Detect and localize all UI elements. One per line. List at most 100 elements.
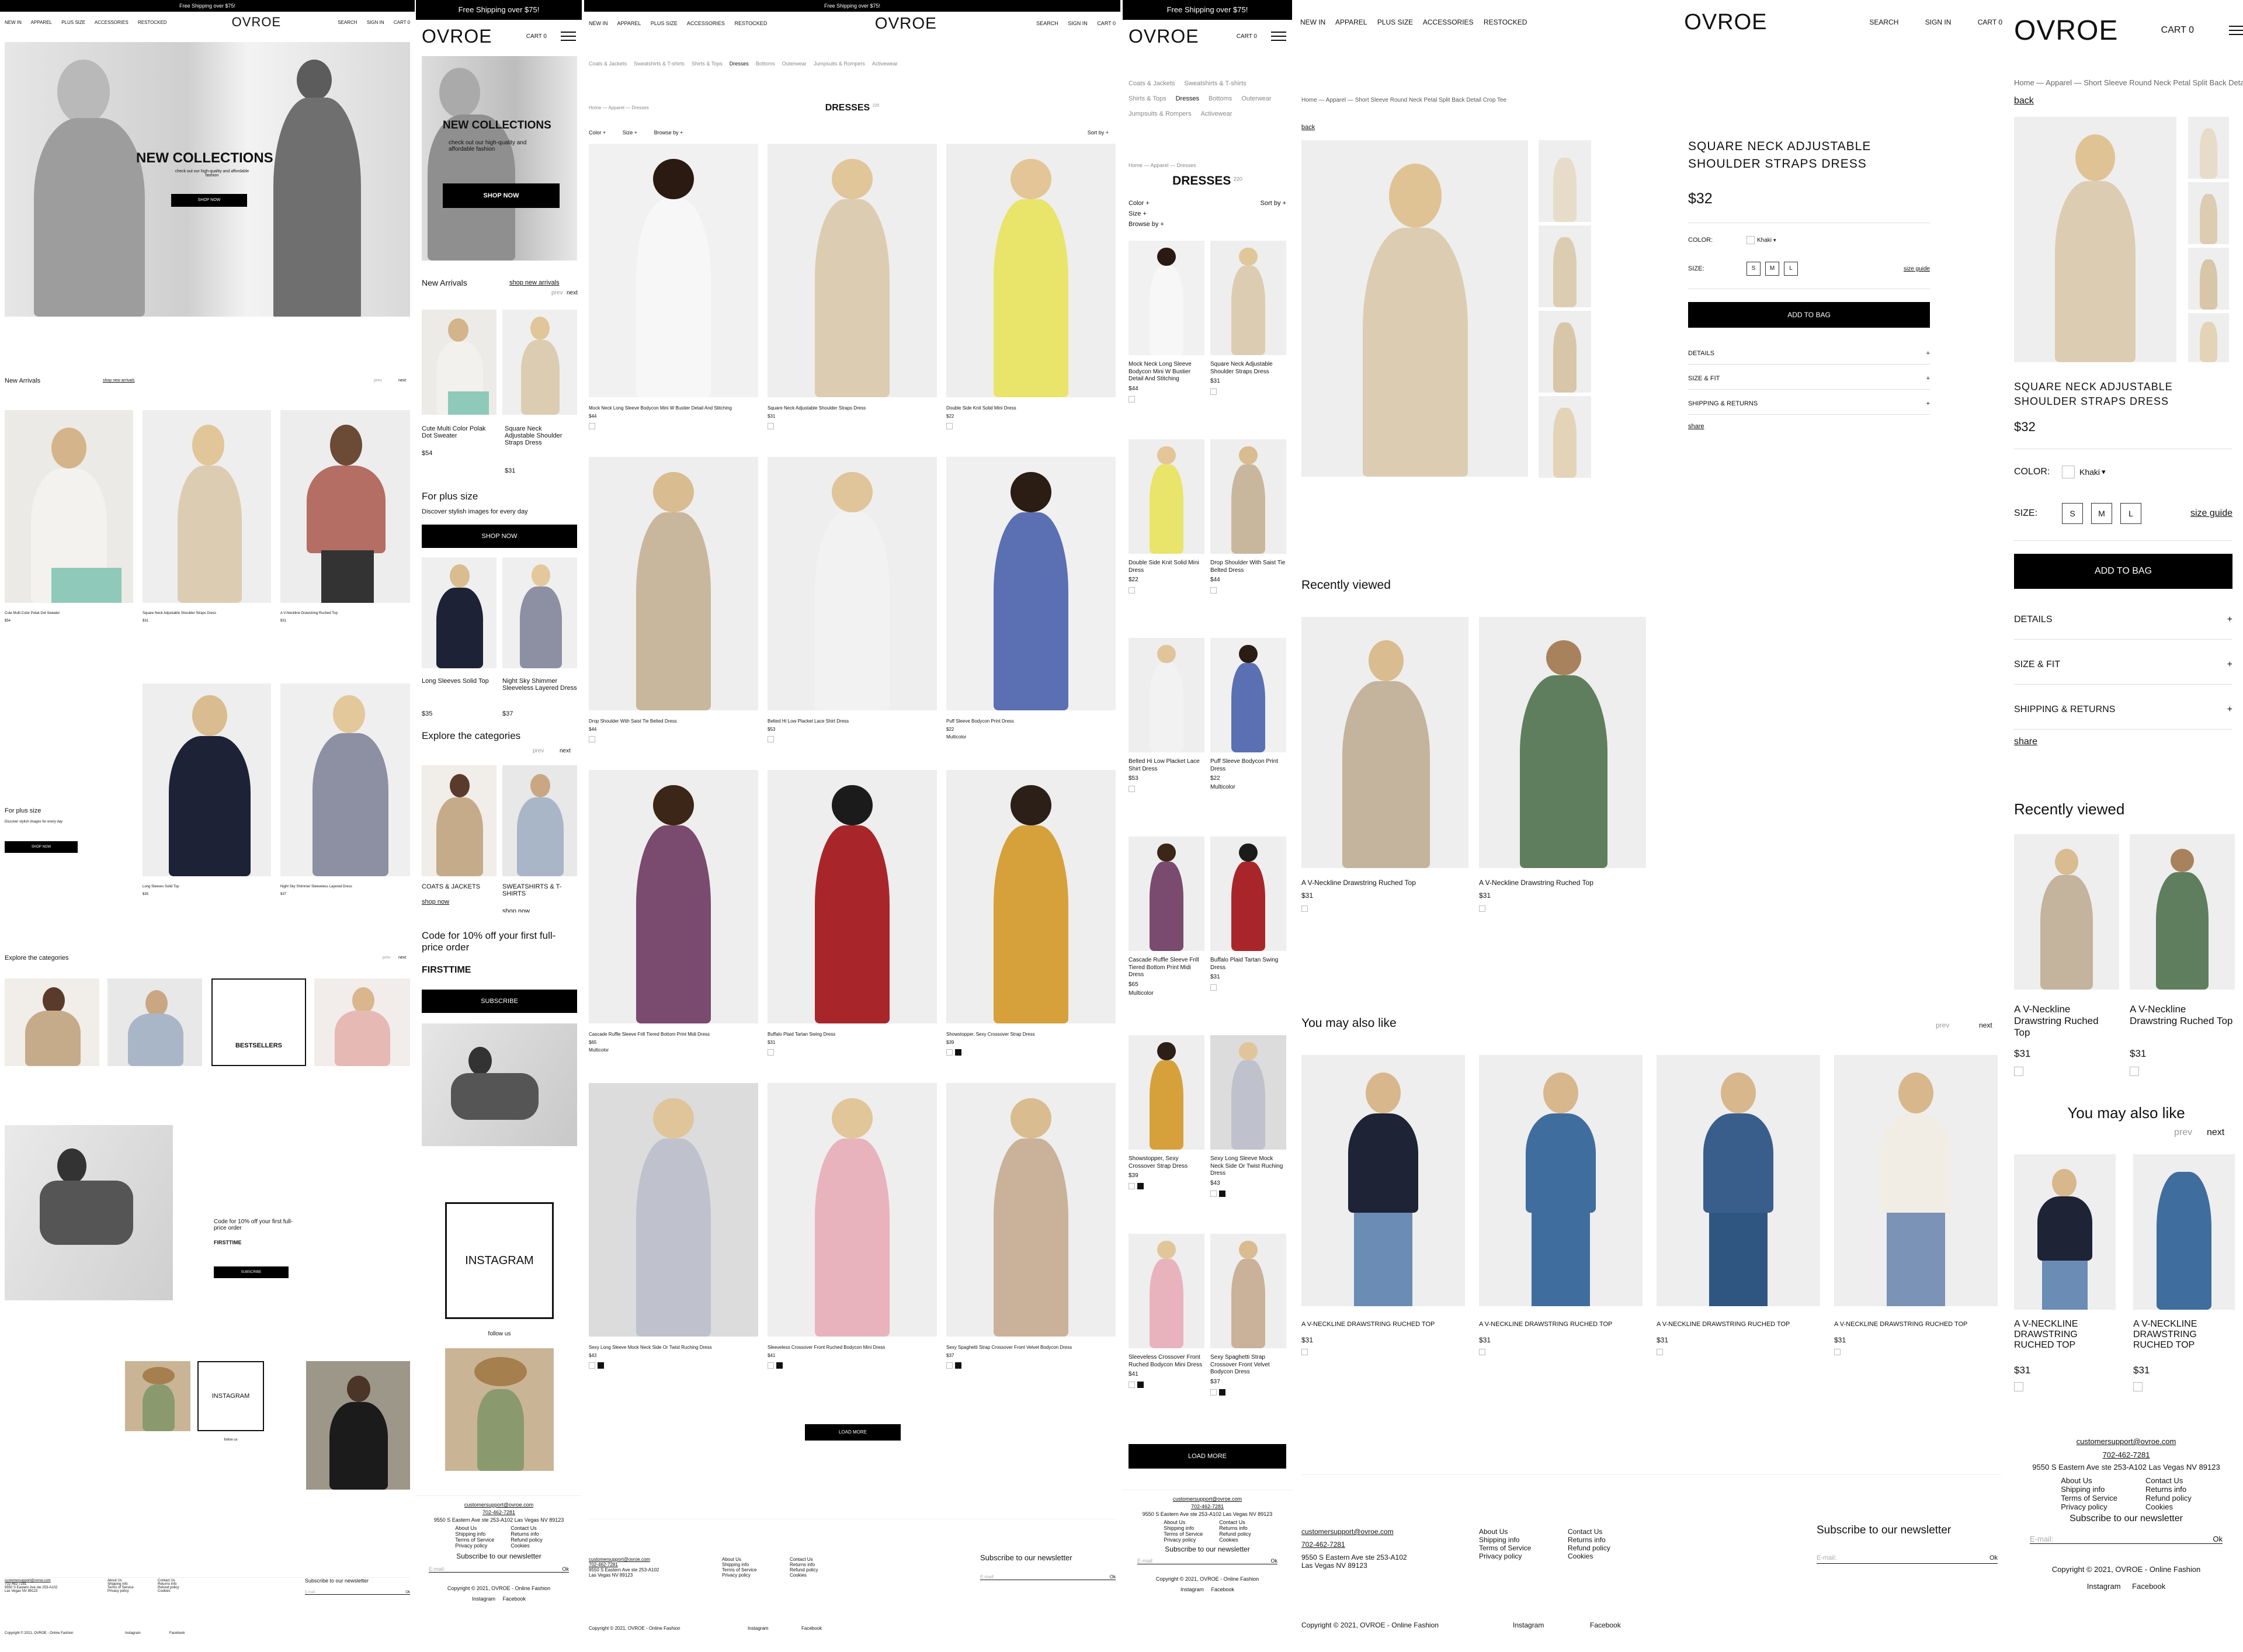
carousel-next[interactable]: next <box>398 379 406 383</box>
product-name[interactable]: Night Sky Shimmer Sleeveless Layered Dre… <box>280 885 352 889</box>
carousel-next[interactable]: next <box>567 290 578 296</box>
categories-next[interactable]: next <box>560 748 571 754</box>
product-name[interactable]: Cascade Ruffle Sleeve Frill Tiered Botto… <box>589 1032 758 1037</box>
footer-phone[interactable]: 702-462-7281 <box>1301 1540 1407 1549</box>
carousel-prev[interactable]: prev <box>374 379 382 383</box>
product-name[interactable]: Belted Hi Low Placket Lace Shirt Dress <box>768 719 937 724</box>
color-swatch[interactable] <box>768 736 774 743</box>
color-swatch[interactable] <box>1219 1389 1225 1396</box>
menu-icon[interactable] <box>2229 23 2243 38</box>
subnav-item[interactable]: Bottoms <box>1209 91 1232 106</box>
product-image[interactable] <box>1479 1055 1643 1306</box>
product-name[interactable]: Cascade Ruffle Sleeve Frill Tiered Botto… <box>1129 957 1204 979</box>
size-m[interactable]: M <box>2091 503 2112 524</box>
category-name[interactable]: COATS & JACKETS <box>422 883 480 890</box>
color-swatch[interactable] <box>1657 1348 1663 1355</box>
product-card[interactable]: Mock Neck Long Sleeve Bodycon Mini W Bus… <box>1129 241 1204 405</box>
category-coats-image[interactable] <box>5 978 99 1066</box>
product-name[interactable]: A V-Neckline Drawstring Ruched Top <box>280 612 338 615</box>
footer-instagram-link[interactable]: Instagram <box>1180 1587 1204 1592</box>
footer-link[interactable]: Shipping info <box>722 1562 757 1567</box>
product-name[interactable]: A V-Neckline Drawstring Ruched Top <box>2014 1004 2113 1039</box>
product-card[interactable]: Buffalo Plaid Tartan Swing Dress $31 <box>1210 837 1286 993</box>
product-image[interactable] <box>1657 1055 1820 1306</box>
footer-link[interactable]: Terms of Service <box>455 1537 494 1543</box>
footer-link[interactable]: Privacy policy <box>722 1573 757 1578</box>
footer-link[interactable]: Contact Us <box>511 1525 543 1531</box>
footer-link[interactable]: About Us <box>455 1525 494 1531</box>
product-thumbnail[interactable] <box>2188 182 2229 244</box>
product-image[interactable] <box>1129 1035 1204 1150</box>
product-image[interactable] <box>1301 617 1468 868</box>
product-image[interactable] <box>2014 1154 2116 1310</box>
newsletter-input[interactable]: E-mail: Ok <box>1817 1554 1998 1564</box>
product-image[interactable] <box>1129 638 1204 752</box>
newsletter-ok-button[interactable]: Ok <box>1270 1558 1277 1564</box>
product-name[interactable]: A V-Neckline Drawstring Ruched Top <box>1301 879 1416 887</box>
footer-facebook-link[interactable]: Facebook <box>1590 1621 1621 1629</box>
share-link[interactable]: share <box>2014 737 2232 747</box>
footer-link[interactable]: Refund policy <box>790 1567 818 1573</box>
product-image[interactable] <box>1129 439 1204 554</box>
footer-link[interactable]: About Us <box>1479 1528 1531 1536</box>
product-image[interactable] <box>589 770 758 1023</box>
color-swatch[interactable] <box>598 1362 604 1369</box>
footer-link[interactable]: Contact Us <box>2145 1476 2192 1485</box>
instagram-image[interactable] <box>306 1361 410 1490</box>
size-guide-link[interactable]: size guide <box>2190 508 2232 519</box>
footer-link[interactable]: Shipping info <box>1479 1536 1531 1544</box>
newsletter-ok-button[interactable]: Ok <box>2213 1535 2223 1543</box>
subnav-item[interactable]: Outerwear <box>1241 91 1271 106</box>
category-sweatshirts-image[interactable] <box>107 978 202 1066</box>
footer-link[interactable]: Terms of Service <box>2061 1494 2117 1502</box>
newsletter-ok-button[interactable]: Ok <box>1110 1574 1116 1580</box>
footer-link[interactable]: Refund policy <box>511 1537 543 1543</box>
footer-instagram-link[interactable]: Instagram <box>2087 1582 2121 1591</box>
accordion-shipping[interactable]: SHIPPING & RETURNS + <box>1688 390 1930 415</box>
product-card[interactable]: A V-NECKLINE DRAWSTRING RUCHED TOP $31 <box>1479 1055 1643 1355</box>
size-l[interactable]: L <box>2120 503 2141 524</box>
footer-facebook-link[interactable]: Facebook <box>503 1596 526 1602</box>
product-image[interactable] <box>1210 1035 1286 1150</box>
load-more-button[interactable]: LOAD MORE <box>1129 1444 1286 1469</box>
accordion-shipping[interactable]: SHIPPING & RETURNS + <box>2014 685 2232 730</box>
logo[interactable]: OVROE <box>232 15 281 30</box>
subnav-item[interactable]: Dresses <box>1176 91 1199 106</box>
color-swatch[interactable] <box>1301 1348 1308 1355</box>
product-name[interactable]: A V-NECKLINE DRAWSTRING RUCHED TOP <box>2014 1319 2113 1351</box>
subnav-item[interactable]: Sweatshirts & T-shirts <box>634 61 685 67</box>
newsletter-input[interactable]: E-mail: Ok <box>1137 1558 1277 1564</box>
also-like-next[interactable]: next <box>1979 1021 1992 1029</box>
product-name[interactable]: Sexy Long Sleeve Mock Neck Side Or Twist… <box>589 1345 758 1351</box>
add-to-bag-button[interactable]: ADD TO BAG <box>1688 302 1930 328</box>
plus-size-shop-button[interactable]: SHOP NOW <box>5 841 78 853</box>
product-card[interactable]: Sexy Spaghetti Strap Crossover Front Vel… <box>946 1083 1116 1371</box>
product-thumbnail[interactable] <box>1539 140 1591 222</box>
size-m[interactable]: M <box>1765 262 1779 276</box>
footer-instagram-link[interactable]: Instagram <box>1513 1621 1544 1629</box>
product-image[interactable] <box>143 410 271 603</box>
product-image[interactable] <box>422 557 496 668</box>
accordion-size-fit[interactable]: SIZE & FIT + <box>2014 640 2232 685</box>
subnav-item[interactable]: Jumpsuits & Rompers <box>1129 106 1192 122</box>
footer-link[interactable]: About Us <box>1164 1519 1203 1525</box>
color-swatch[interactable] <box>768 423 774 430</box>
product-image[interactable] <box>1834 1055 1998 1306</box>
nav-cart[interactable]: CART 0 <box>2161 25 2194 36</box>
product-image[interactable] <box>768 144 937 397</box>
product-image[interactable] <box>280 683 410 876</box>
color-swatch[interactable] <box>1210 1190 1217 1197</box>
product-card[interactable]: Mock Neck Long Sleeve Bodycon Mini W Bus… <box>589 144 758 432</box>
footer-link[interactable]: Returns info <box>1568 1536 1610 1544</box>
product-name[interactable]: Night Sky Shimmer Sleeveless Layered Dre… <box>502 678 577 692</box>
product-image[interactable] <box>1210 638 1286 752</box>
plus-size-shop-button[interactable]: SHOP NOW <box>422 525 577 548</box>
product-name[interactable]: Puff Sleeve Bodycon Print Dress <box>946 719 1116 724</box>
category-sweatshirts-image[interactable] <box>502 765 577 876</box>
product-thumbnail[interactable] <box>2188 248 2229 310</box>
nav-cart[interactable]: CART 0 <box>1978 18 2002 26</box>
carousel-prev[interactable]: prev <box>551 290 563 296</box>
promo-subscribe-button[interactable]: SUBSCRIBE <box>214 1266 289 1278</box>
subnav-item[interactable]: Bottoms <box>756 61 775 67</box>
nav-plus-size[interactable]: PLUS SIZE <box>1377 18 1413 26</box>
